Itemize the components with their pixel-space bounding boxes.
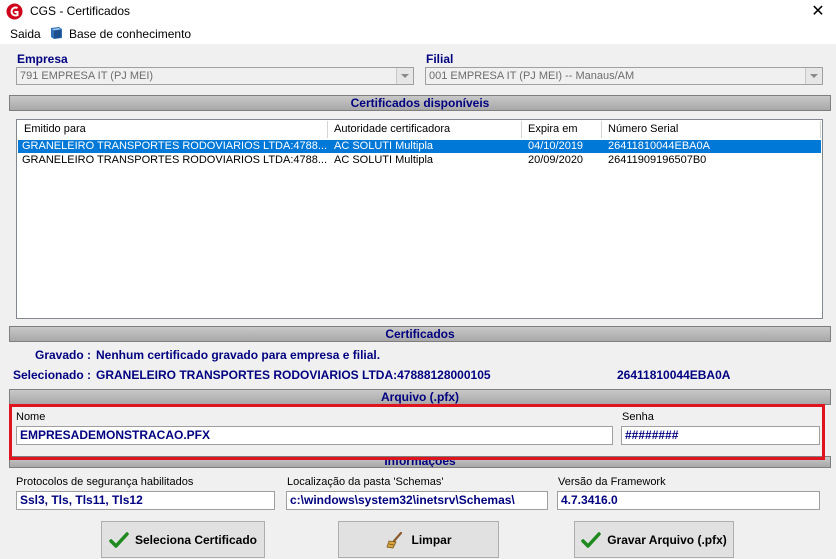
- menu-item-base-conhecimento[interactable]: Base de conhecimento: [69, 27, 191, 41]
- section-certificados-disponiveis: Certificados disponíveis: [9, 95, 831, 111]
- book-icon: [51, 27, 62, 39]
- filial-value: 001 EMPRESA IT (PJ MEI) -- Manaus/AM: [429, 70, 635, 82]
- filial-label: Filial: [426, 52, 454, 66]
- gravado-value: Nenhum certificado gravado para empresa …: [96, 348, 381, 362]
- schemas-field[interactable]: c:\windows\system32\inetsrv\Schemas\: [286, 491, 548, 510]
- section-arquivo: Arquivo (.pfx): [9, 389, 831, 405]
- cell-emitido: GRANELEIRO TRANSPORTES RODOVIARIOS LTDA:…: [22, 154, 328, 166]
- selecionado-serial: 26411810044EBA0A: [617, 368, 731, 382]
- close-icon: ✕: [811, 3, 825, 20]
- cell-serial: 26411909196507B0: [608, 154, 707, 166]
- empresa-value: 791 EMPRESA IT (PJ MEI): [20, 70, 154, 82]
- highlight-frame: [9, 404, 825, 460]
- selecionado-value: GRANELEIRO TRANSPORTES RODOVIARIOS LTDA:…: [96, 368, 491, 382]
- chevron-down-icon[interactable]: [805, 68, 822, 84]
- chevron-down-icon[interactable]: [396, 68, 413, 84]
- checkmark-icon: [581, 531, 601, 548]
- gravar-arquivo-label: Gravar Arquivo (.pfx): [607, 532, 727, 547]
- column-header-expira[interactable]: Expira em: [522, 121, 602, 138]
- schemas-label: Localização da pasta 'Schemas': [287, 476, 444, 488]
- empresa-label: Empresa: [17, 52, 68, 66]
- column-header-serial[interactable]: Número Serial: [602, 121, 821, 138]
- close-button[interactable]: ✕: [800, 0, 836, 24]
- cell-expira: 20/09/2020: [528, 154, 584, 166]
- filial-select[interactable]: 001 EMPRESA IT (PJ MEI) -- Manaus/AM: [425, 67, 823, 85]
- gravar-arquivo-button[interactable]: Gravar Arquivo (.pfx): [574, 521, 734, 558]
- cell-emitido: GRANELEIRO TRANSPORTES RODOVIARIOS LTDA:…: [22, 140, 328, 152]
- window-title: CGS - Certificados: [30, 4, 131, 18]
- seleciona-certificado-label: Seleciona Certificado: [134, 532, 258, 547]
- cgs-logo-icon: [6, 3, 23, 20]
- column-header-autoridade[interactable]: Autoridade certificadora: [328, 121, 522, 138]
- broom-icon: [386, 531, 403, 548]
- seleciona-certificado-button[interactable]: Seleciona Certificado: [101, 521, 265, 558]
- section-certificados: Certificados: [9, 326, 831, 342]
- column-header-emitido[interactable]: Emitido para: [18, 121, 328, 138]
- empresa-select[interactable]: 791 EMPRESA IT (PJ MEI): [16, 67, 414, 85]
- cell-autoridade: AC SOLUTI Multipla: [334, 154, 434, 166]
- checkmark-icon: [109, 531, 129, 548]
- limpar-label: Limpar: [411, 532, 452, 547]
- framework-field[interactable]: 4.7.3416.0: [557, 491, 820, 510]
- table-row[interactable]: GRANELEIRO TRANSPORTES RODOVIARIOS LTDA:…: [18, 140, 821, 153]
- protocolos-field[interactable]: Ssl3, Tls, Tls11, Tls12: [16, 491, 275, 510]
- menu-item-saida[interactable]: Saida: [10, 27, 41, 41]
- limpar-button[interactable]: Limpar: [338, 521, 499, 558]
- cell-serial: 26411810044EBA0A: [608, 140, 710, 152]
- cell-autoridade: AC SOLUTI Multipla: [334, 140, 434, 152]
- cell-expira: 04/10/2019: [528, 140, 584, 152]
- table-row[interactable]: GRANELEIRO TRANSPORTES RODOVIARIOS LTDA:…: [18, 154, 821, 167]
- framework-label: Versão da Framework: [558, 476, 666, 488]
- gravado-label: Gravado :: [35, 348, 92, 362]
- protocolos-label: Protocolos de segurança habilitados: [16, 476, 194, 488]
- selecionado-label: Selecionado :: [13, 368, 92, 382]
